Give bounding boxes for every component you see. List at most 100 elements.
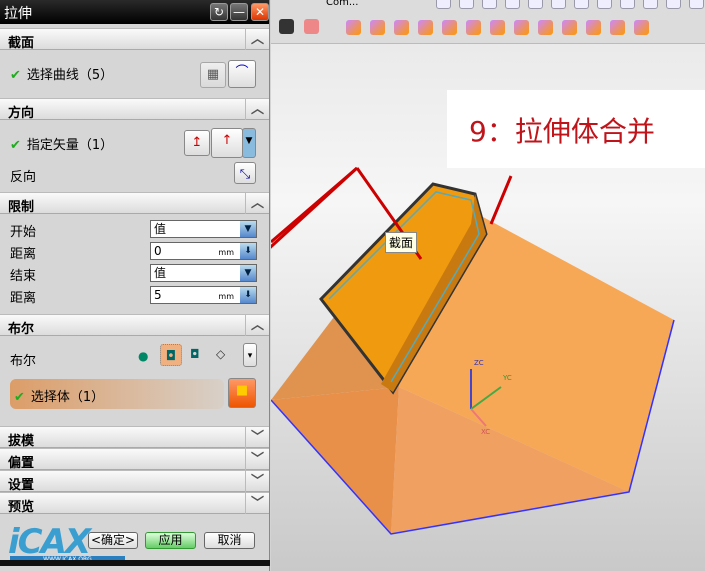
view-tool-icon[interactable] <box>528 0 543 9</box>
cancel-button[interactable]: 取消 <box>204 532 255 549</box>
chevron-down-icon[interactable]: ﹀ <box>245 493 269 514</box>
end-distance-input[interactable]: 5 mm ⬇ <box>150 286 257 304</box>
dropdown-icon[interactable]: ⬇ <box>240 243 256 259</box>
boolean-unite-icon[interactable]: ◘ <box>160 344 182 366</box>
start-distance-input[interactable]: 0 mm ⬇ <box>150 242 257 260</box>
chevron-up-icon[interactable]: ︿ <box>245 29 269 50</box>
distance-label: 距离 <box>10 291 37 306</box>
boolean-label: 布尔 <box>10 354 37 369</box>
limits-header[interactable]: 限制 ︿ <box>0 192 269 215</box>
chevron-up-icon[interactable]: ︿ <box>245 99 269 120</box>
end-value: 值 <box>154 266 167 280</box>
dialog-bottom-bar <box>0 560 270 566</box>
feature-tool-icon[interactable] <box>514 20 529 35</box>
unit-label: mm <box>218 292 234 301</box>
sketch-icon[interactable]: ▦ <box>200 62 226 88</box>
view-tool-icon[interactable] <box>482 0 497 9</box>
preview-title: 预览 <box>8 500 35 515</box>
view-tool-icon[interactable] <box>597 0 612 9</box>
direction-title: 方向 <box>8 106 35 121</box>
feature-tool-icon[interactable] <box>634 20 649 35</box>
dropdown-icon[interactable]: ⬇ <box>240 287 256 303</box>
view-tool-icon[interactable] <box>643 0 658 9</box>
feature-tool-icon[interactable] <box>610 20 625 35</box>
feature-tool-icon[interactable] <box>562 20 577 35</box>
minimize-icon[interactable]: — <box>230 3 248 21</box>
chevron-up-icon[interactable]: ︿ <box>245 193 269 214</box>
settings-header[interactable]: 设置 ﹀ <box>0 470 269 493</box>
chevron-down-icon[interactable]: ﹀ <box>245 471 269 492</box>
start-select[interactable]: 值 ▼ <box>150 220 257 238</box>
view-tool-icon[interactable] <box>666 0 681 9</box>
arrow-to-body <box>489 175 513 225</box>
vector-icon[interactable]: ↑ <box>211 128 243 158</box>
section-body: ✔ 选择曲线（5） ▦ ⌒ <box>0 50 269 98</box>
yc-label: YC <box>503 374 512 382</box>
curve-icon[interactable]: ⌒ <box>228 60 256 88</box>
feature-tool-icon[interactable] <box>538 20 553 35</box>
view-tool-icon[interactable] <box>459 0 474 9</box>
close-icon[interactable]: ✕ <box>251 3 269 21</box>
dropdown-icon[interactable]: ▼ <box>240 265 256 281</box>
body-icon[interactable]: ■ <box>228 378 256 408</box>
chevron-down-icon[interactable]: ﹀ <box>245 427 269 448</box>
feature-tool-icon[interactable] <box>586 20 601 35</box>
start-distance-value: 0 <box>154 244 162 258</box>
dropdown-icon[interactable]: ▼ <box>240 221 256 237</box>
step-callout: 9：拉伸体合并 <box>447 90 705 168</box>
view-tool-icon[interactable] <box>574 0 589 9</box>
boolean-dropdown[interactable]: ▾ <box>243 343 257 367</box>
select-body-row[interactable]: ✔ 选择体（1） <box>10 379 224 409</box>
settings-title: 设置 <box>8 478 35 493</box>
plot-icon[interactable] <box>304 19 319 34</box>
distance-label: 距离 <box>10 247 37 262</box>
section-header[interactable]: 截面 ︿ <box>0 28 269 51</box>
feature-tool-icon[interactable] <box>466 20 481 35</box>
draft-header[interactable]: 拔模 ﹀ <box>0 426 269 449</box>
boolean-header[interactable]: 布尔 ︿ <box>0 314 269 337</box>
vector-dropdown[interactable]: ▼ <box>242 128 256 158</box>
draft-title: 拔模 <box>8 434 35 449</box>
feature-tool-icon[interactable] <box>442 20 457 35</box>
unit-label: mm <box>218 248 234 257</box>
view-tool-icon[interactable] <box>620 0 635 9</box>
feature-tool-icon[interactable] <box>394 20 409 35</box>
select-curve-label[interactable]: 选择曲线（5） <box>27 68 113 83</box>
specify-vector-label[interactable]: 指定矢量（1） <box>27 138 113 153</box>
feature-tool-icon[interactable] <box>490 20 505 35</box>
select-body-label: 选择体（1） <box>30 390 105 405</box>
offset-header[interactable]: 偏置 ﹀ <box>0 448 269 471</box>
feature-tool-icon[interactable] <box>370 20 385 35</box>
end-distance-value: 5 <box>154 288 162 302</box>
boolean-none-icon[interactable]: ● <box>138 349 148 363</box>
xc-label: XC <box>481 428 491 436</box>
start-label: 开始 <box>10 225 37 240</box>
check-icon: ✔ <box>14 390 25 405</box>
limits-title: 限制 <box>8 200 35 215</box>
apply-button[interactable]: 应用 <box>145 532 196 549</box>
check-icon: ✔ <box>10 68 21 83</box>
section-tooltip: 截面 <box>385 232 418 253</box>
dialog-titlebar: 拉伸 ↻ — ✕ <box>0 0 269 24</box>
ok-button[interactable]: <确定> <box>88 532 138 549</box>
feature-tool-icon[interactable] <box>346 20 361 35</box>
view-tool-icon[interactable] <box>436 0 451 9</box>
command-text: Com... <box>326 0 359 8</box>
print-icon[interactable] <box>279 19 294 34</box>
end-select[interactable]: 值 ▼ <box>150 264 257 282</box>
direction-header[interactable]: 方向 ︿ <box>0 98 269 121</box>
vector-dialog-icon[interactable]: ↥ <box>184 130 210 156</box>
view-tool-icon[interactable] <box>551 0 566 9</box>
chevron-up-icon[interactable]: ︿ <box>245 315 269 336</box>
dialog-title: 拉伸 <box>4 6 32 22</box>
boolean-intersect-icon[interactable]: ◇ <box>216 347 225 361</box>
preview-header[interactable]: 预览 ﹀ <box>0 492 269 515</box>
reverse-direction-icon[interactable]: ⤡ <box>234 162 256 184</box>
view-tool-icon[interactable] <box>505 0 520 9</box>
feature-tool-icon[interactable] <box>418 20 433 35</box>
boolean-subtract-icon[interactable]: ◘ <box>190 347 200 361</box>
reset-icon[interactable]: ↻ <box>210 3 228 21</box>
chevron-down-icon[interactable]: ﹀ <box>245 449 269 470</box>
reverse-label: 反向 <box>10 170 37 185</box>
view-tool-icon[interactable] <box>689 0 704 9</box>
